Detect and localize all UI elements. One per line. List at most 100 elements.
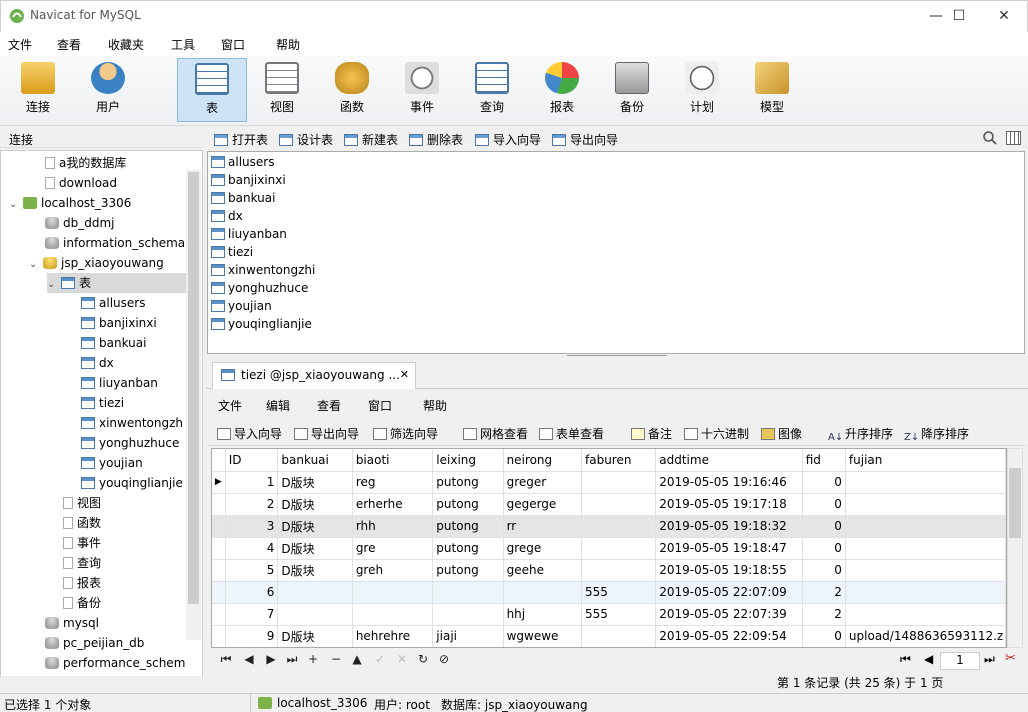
tree-node[interactable]: banjixinxi [81, 313, 157, 333]
tree-node[interactable]: xinwentongzh [81, 413, 183, 433]
grid-scroll-thumb[interactable] [1009, 468, 1021, 538]
table-cell[interactable]: putong [432, 559, 504, 582]
editor-menu-help[interactable]: 帮助 [423, 397, 447, 414]
table-cell[interactable] [845, 559, 1006, 582]
column-header[interactable]: leixing [432, 449, 504, 472]
table-cell[interactable] [845, 581, 1006, 604]
editor-import-button[interactable]: 导入向导 [217, 425, 282, 442]
column-header[interactable]: bankuai [277, 449, 353, 472]
tree-scroll-thumb[interactable] [188, 172, 199, 604]
table-cell[interactable]: 1 [225, 471, 279, 494]
tree-node[interactable]: allusers [81, 293, 145, 313]
table-cell[interactable] [503, 581, 583, 604]
tree-horizontal-scrollbar[interactable] [1, 676, 202, 690]
object-list-item[interactable]: xinwentongzhi [211, 261, 315, 279]
page-first-icon[interactable]: ⏮ [900, 652, 911, 667]
table-cell[interactable]: hehrehre [352, 625, 434, 647]
editor-menu-view[interactable]: 查看 [317, 397, 341, 414]
table-cell[interactable]: upload/1488636593112.z [845, 625, 1006, 647]
table-row[interactable]: 2 D版块 erherhe putong gegerge 2019-05-05 19:17… [212, 493, 1006, 516]
menu-window[interactable]: 窗口 [221, 36, 245, 53]
table-cell[interactable]: 2019-05-05 19:18:55 [655, 559, 803, 582]
maximize-button[interactable]: ☐ [936, 0, 982, 31]
table-cell[interactable]: wgwewe [503, 625, 583, 647]
editor-menu-edit[interactable]: 编辑 [266, 397, 290, 414]
table-cell[interactable] [845, 493, 1006, 516]
table-cell[interactable]: D版块 [277, 625, 353, 647]
table-row[interactable]: 3 D版块 rhh putong rr 2019-05-05 19:18:32 0 [212, 515, 1006, 538]
tree-node[interactable]: 事件 [63, 533, 101, 553]
tree-node[interactable]: information_schema [45, 233, 185, 253]
object-list-item[interactable]: youjian [211, 297, 272, 315]
table-cell[interactable]: D版块 [277, 515, 353, 538]
table-cell[interactable] [277, 603, 353, 626]
grid-view-button[interactable]: 网格查看 [463, 425, 528, 442]
table-cell[interactable]: grege [503, 537, 583, 560]
table-cell[interactable] [581, 625, 657, 647]
table-cell[interactable]: greh [352, 559, 434, 582]
table-cell[interactable]: rhh [352, 515, 434, 538]
column-header[interactable]: faburen [581, 449, 657, 472]
data-table[interactable]: ID bankuai biaoti leixing neirong faburen addt… [212, 449, 1006, 647]
tree-node[interactable]: download [45, 173, 117, 193]
tree-node[interactable]: ⌄ 表 [47, 273, 186, 293]
data-grid[interactable]: ID bankuai biaoti leixing neirong faburen addt… [211, 448, 1007, 648]
table-cell[interactable]: hhj [503, 603, 583, 626]
prev-record-icon[interactable]: ◀ [239, 652, 259, 666]
tab-close-button[interactable]: ✕ [400, 368, 409, 381]
table-cell[interactable]: erherhe [352, 493, 434, 516]
tree-node[interactable]: youjian [81, 453, 143, 473]
toolbar-function-button[interactable]: 函数 [317, 58, 387, 122]
table-cell[interactable]: 2019-05-05 19:17:18 [655, 493, 803, 516]
table-cell[interactable]: jiaji [432, 625, 504, 647]
table-cell[interactable]: 0 [802, 625, 846, 647]
page-limit-icon[interactable]: ✂ [1005, 651, 1016, 666]
table-cell[interactable]: rr [503, 515, 583, 538]
table-cell[interactable]: 5 [225, 559, 279, 582]
add-record-icon[interactable]: + [303, 652, 323, 666]
toolbar-schedule-button[interactable]: 计划 [667, 58, 737, 122]
table-cell[interactable]: 9 [225, 625, 279, 647]
table-cell[interactable]: D版块 [277, 537, 353, 560]
tree-node[interactable]: 函数 [63, 513, 101, 533]
discard-changes-icon[interactable]: ✕ [392, 652, 412, 666]
table-cell[interactable]: D版块 [277, 493, 353, 516]
table-cell[interactable] [581, 471, 657, 494]
tree-node[interactable]: mysql [45, 613, 99, 633]
toolbar-model-button[interactable]: 模型 [737, 58, 807, 122]
table-row[interactable]: 7 hhj 555 2019-05-05 22:07:39 2 [212, 603, 1006, 626]
sort-desc-button[interactable]: Z↓ 降序排序 [904, 425, 969, 444]
table-cell[interactable]: 0 [802, 559, 846, 582]
form-view-button[interactable]: 表单查看 [539, 425, 604, 442]
table-cell[interactable]: putong [432, 537, 504, 560]
table-cell[interactable] [581, 493, 657, 516]
edit-record-icon[interactable]: ▲ [347, 652, 367, 666]
close-button[interactable]: ✕ [981, 0, 1027, 31]
table-cell[interactable]: 0 [802, 537, 846, 560]
table-cell[interactable] [352, 581, 434, 604]
tree-node[interactable]: 视图 [63, 493, 101, 513]
object-list-item[interactable]: tiezi [211, 243, 253, 261]
tree-node[interactable]: youqinglianjie [81, 473, 183, 493]
table-row[interactable]: 4 D版块 gre putong grege 2019-05-05 19:18:47 0 [212, 537, 1006, 560]
export-wizard-button[interactable]: 导出向导 [552, 131, 618, 148]
tree-node[interactable]: yonghuzhuce [81, 433, 179, 453]
first-record-icon[interactable]: ⏮ [216, 652, 236, 667]
tree-node[interactable]: liuyanban [81, 373, 158, 393]
table-cell[interactable] [845, 515, 1006, 538]
table-cell[interactable]: 4 [225, 537, 279, 560]
table-cell[interactable] [432, 581, 504, 604]
object-list-item[interactable]: dx [211, 207, 243, 225]
table-cell[interactable]: putong [432, 493, 504, 516]
memo-button[interactable]: 备注 [631, 425, 672, 442]
last-record-icon[interactable]: ⏭ [282, 652, 302, 667]
table-cell[interactable]: putong [432, 515, 504, 538]
image-button[interactable]: 图像 [761, 425, 802, 442]
column-header[interactable]: fid [802, 449, 846, 472]
table-cell[interactable]: reg [352, 471, 434, 494]
hex-button[interactable]: 十六进制 [684, 425, 749, 442]
toolbar-query-button[interactable]: 查询 [457, 58, 527, 122]
table-cell[interactable]: 555 [581, 603, 657, 626]
tree-node[interactable]: ⌄ jsp_xiaoyouwang [29, 253, 164, 273]
object-list-item[interactable]: youqinglianjie [211, 315, 312, 333]
